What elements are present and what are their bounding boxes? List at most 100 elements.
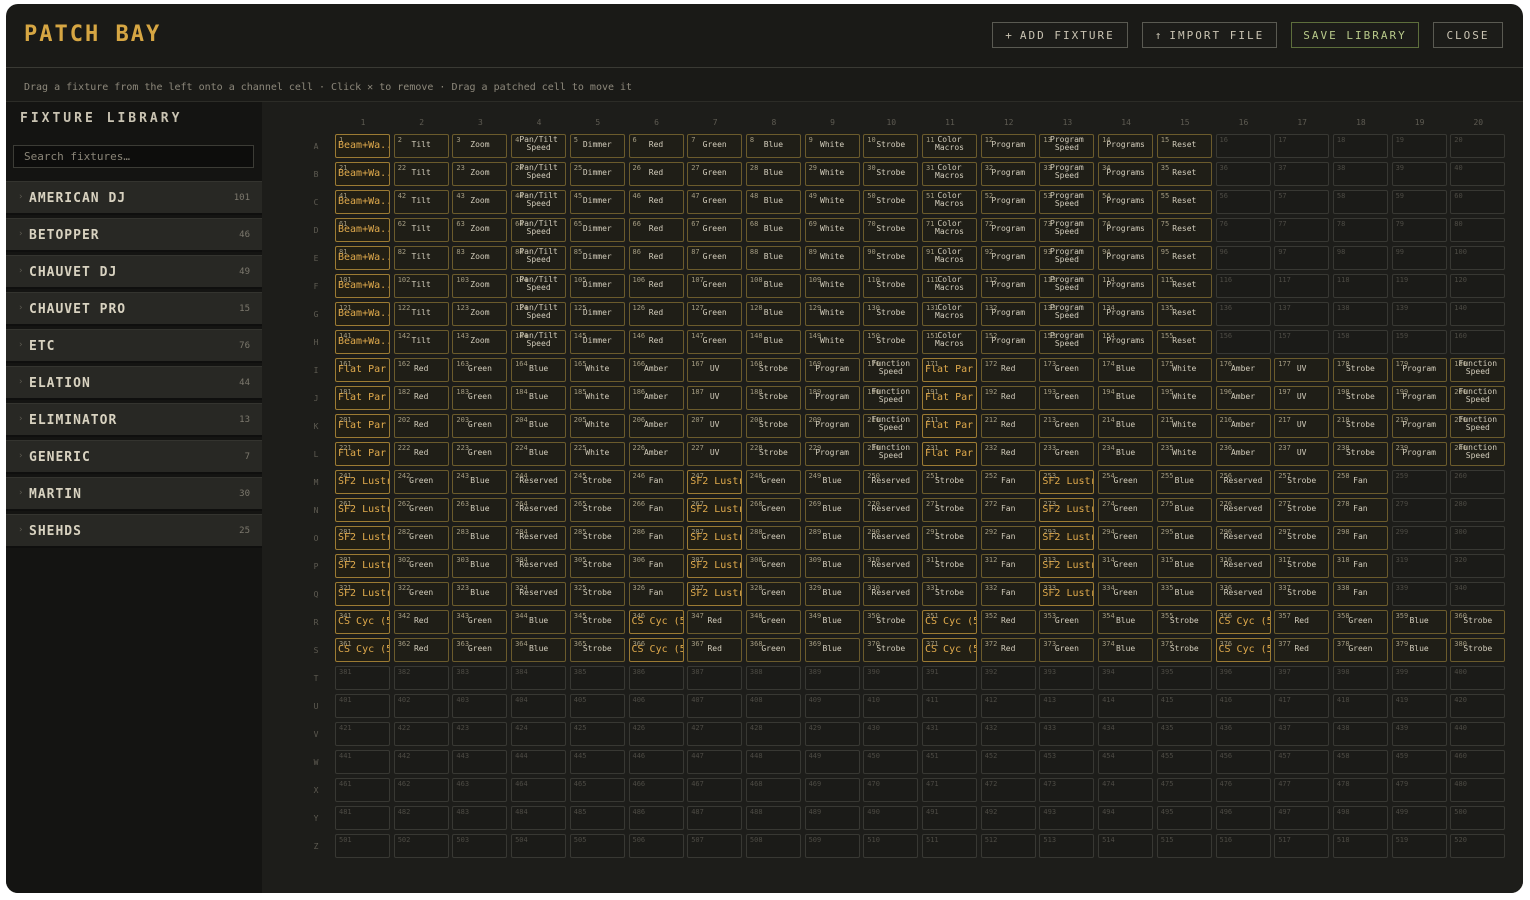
channel-cell[interactable]: 471 bbox=[922, 778, 977, 802]
channel-cell[interactable]: 388 bbox=[745, 666, 801, 690]
patched-channel-cell[interactable]: 281SF2 Lustr ... bbox=[335, 526, 390, 550]
channel-cell[interactable]: 159 bbox=[1391, 330, 1447, 354]
patched-channel-cell[interactable]: 237 UV bbox=[1274, 442, 1330, 466]
patched-channel-cell[interactable]: 334 Green bbox=[1098, 582, 1154, 606]
patched-channel-cell[interactable]: 23 Zoom bbox=[452, 162, 508, 186]
patched-channel-cell[interactable]: 48 Blue bbox=[745, 190, 801, 214]
patched-channel-cell[interactable]: 103 Zoom bbox=[452, 274, 508, 298]
channel-cell[interactable]: 412 bbox=[980, 694, 1036, 718]
channel-cell[interactable]: 449 bbox=[804, 750, 860, 774]
patched-channel-cell[interactable]: 1Beam+Wa... bbox=[335, 134, 390, 158]
channel-cell[interactable]: 432 bbox=[980, 722, 1036, 746]
channel-cell[interactable]: 300 bbox=[1450, 526, 1506, 550]
patched-channel-cell[interactable]: 268 Green bbox=[745, 498, 801, 522]
patched-channel-cell[interactable]: 84 Pan/Tilt Speed bbox=[511, 246, 567, 270]
patched-channel-cell[interactable]: 261SF2 Lustr ... bbox=[335, 498, 390, 522]
patched-channel-cell[interactable]: 112 Program bbox=[980, 274, 1036, 298]
channel-cell[interactable]: 402 bbox=[393, 694, 449, 718]
patched-channel-cell[interactable]: 256 Reserved bbox=[1215, 470, 1271, 494]
channel-cell[interactable]: 417 bbox=[1274, 694, 1330, 718]
patched-channel-cell[interactable]: 127 Green bbox=[687, 302, 743, 326]
channel-cell[interactable]: 454 bbox=[1098, 750, 1154, 774]
channel-cell[interactable]: 507 bbox=[687, 834, 743, 858]
patched-channel-cell[interactable]: 355 Strobe bbox=[1156, 610, 1212, 634]
patched-channel-cell[interactable]: 9 White bbox=[804, 134, 860, 158]
channel-cell[interactable]: 19 bbox=[1391, 134, 1447, 158]
channel-cell[interactable]: 405 bbox=[569, 694, 625, 718]
patched-channel-cell[interactable]: 330 Reserved bbox=[863, 582, 919, 606]
patched-channel-cell[interactable]: 107 Green bbox=[687, 274, 743, 298]
channel-cell[interactable]: 139 bbox=[1391, 302, 1447, 326]
channel-cell[interactable]: 518 bbox=[1332, 834, 1388, 858]
patched-channel-cell[interactable]: 321SF2 Lustr ... bbox=[335, 582, 390, 606]
patched-channel-cell[interactable]: 195 White bbox=[1156, 386, 1212, 410]
channel-cell[interactable]: 494 bbox=[1098, 806, 1154, 830]
patched-channel-cell[interactable]: 172 Red bbox=[980, 358, 1036, 382]
patched-channel-cell[interactable]: 25 Dimmer bbox=[569, 162, 625, 186]
patched-channel-cell[interactable]: 354 Blue bbox=[1098, 610, 1154, 634]
channel-cell[interactable]: 116 bbox=[1215, 274, 1271, 298]
channel-cell[interactable]: 383 bbox=[452, 666, 508, 690]
channel-cell[interactable]: 36 bbox=[1215, 162, 1271, 186]
channel-cell[interactable]: 399 bbox=[1391, 666, 1447, 690]
channel-cell[interactable]: 514 bbox=[1098, 834, 1154, 858]
channel-cell[interactable]: 486 bbox=[628, 806, 684, 830]
channel-cell[interactable]: 491 bbox=[922, 806, 977, 830]
patched-channel-cell[interactable]: 22 Tilt bbox=[393, 162, 449, 186]
patched-channel-cell[interactable]: 66 Red bbox=[628, 218, 684, 242]
channel-cell[interactable]: 119 bbox=[1391, 274, 1447, 298]
patched-channel-cell[interactable]: 269 Blue bbox=[804, 498, 860, 522]
patched-channel-cell[interactable]: 141Beam+Wa... bbox=[335, 330, 390, 354]
channel-cell[interactable]: 463 bbox=[452, 778, 508, 802]
patched-channel-cell[interactable]: 90 Strobe bbox=[863, 246, 919, 270]
channel-cell[interactable]: 386 bbox=[628, 666, 684, 690]
channel-cell[interactable]: 97 bbox=[1274, 246, 1330, 270]
channel-cell[interactable]: 20 bbox=[1450, 134, 1506, 158]
channel-cell[interactable]: 120 bbox=[1450, 274, 1506, 298]
patched-channel-cell[interactable]: 270 Reserved bbox=[863, 498, 919, 522]
patched-channel-cell[interactable]: 131 Color Macros bbox=[922, 302, 977, 326]
patched-channel-cell[interactable]: 164 Blue bbox=[511, 358, 567, 382]
patched-channel-cell[interactable]: 207 UV bbox=[687, 414, 743, 438]
patched-channel-cell[interactable]: 180 Function Speed bbox=[1450, 358, 1506, 382]
channel-cell[interactable]: 382 bbox=[393, 666, 449, 690]
patched-channel-cell[interactable]: 83 Zoom bbox=[452, 246, 508, 270]
patched-channel-cell[interactable]: 272 Fan bbox=[980, 498, 1036, 522]
channel-cell[interactable]: 435 bbox=[1156, 722, 1212, 746]
patched-channel-cell[interactable]: 108 Blue bbox=[745, 274, 801, 298]
patched-channel-cell[interactable]: 94 Programs bbox=[1098, 246, 1154, 270]
patched-channel-cell[interactable]: 252 Fan bbox=[980, 470, 1036, 494]
channel-cell[interactable]: 476 bbox=[1215, 778, 1271, 802]
channel-cell[interactable]: 76 bbox=[1215, 218, 1271, 242]
channel-cell[interactable]: 156 bbox=[1215, 330, 1271, 354]
channel-cell[interactable]: 410 bbox=[863, 694, 919, 718]
channel-cell[interactable]: 483 bbox=[452, 806, 508, 830]
channel-cell[interactable]: 407 bbox=[687, 694, 743, 718]
channel-cell[interactable]: 478 bbox=[1332, 778, 1388, 802]
patched-channel-cell[interactable]: 201Flat Par 18... bbox=[335, 414, 390, 438]
patched-channel-cell[interactable]: 63 Zoom bbox=[452, 218, 508, 242]
patched-channel-cell[interactable]: 113 Program Speed bbox=[1039, 274, 1095, 298]
patched-channel-cell[interactable]: 341CS Cyc (5c... bbox=[335, 610, 390, 634]
manufacturer-item[interactable]: › SHEHDS 25 bbox=[6, 514, 262, 548]
patched-channel-cell[interactable]: 194 Blue bbox=[1098, 386, 1154, 410]
channel-cell[interactable]: 78 bbox=[1332, 218, 1388, 242]
patched-channel-cell[interactable]: 234 Blue bbox=[1098, 442, 1154, 466]
patched-channel-cell[interactable]: 213 Green bbox=[1039, 414, 1095, 438]
patched-channel-cell[interactable]: 215 White bbox=[1156, 414, 1212, 438]
patched-channel-cell[interactable]: 29 White bbox=[804, 162, 860, 186]
patched-channel-cell[interactable]: 109 White bbox=[804, 274, 860, 298]
patched-channel-cell[interactable]: 266 Fan bbox=[628, 498, 684, 522]
patched-channel-cell[interactable]: 24 Pan/Tilt Speed bbox=[511, 162, 567, 186]
patched-channel-cell[interactable]: 92 Program bbox=[980, 246, 1036, 270]
patched-channel-cell[interactable]: 8 Blue bbox=[745, 134, 801, 158]
patched-channel-cell[interactable]: 255 Blue bbox=[1156, 470, 1212, 494]
patched-channel-cell[interactable]: 85 Dimmer bbox=[569, 246, 625, 270]
patched-channel-cell[interactable]: 128 Blue bbox=[745, 302, 801, 326]
patched-channel-cell[interactable]: 379 Blue bbox=[1391, 638, 1447, 662]
patched-channel-cell[interactable]: 363 Green bbox=[452, 638, 508, 662]
channel-cell[interactable]: 98 bbox=[1332, 246, 1388, 270]
channel-cell[interactable]: 451 bbox=[922, 750, 977, 774]
patched-channel-cell[interactable]: 230 Function Speed bbox=[863, 442, 919, 466]
channel-cell[interactable]: 137 bbox=[1274, 302, 1330, 326]
